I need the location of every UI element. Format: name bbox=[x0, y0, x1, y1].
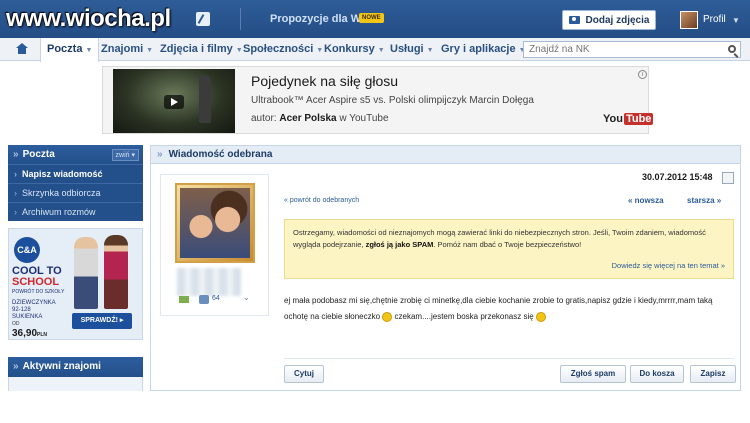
report-spam-button[interactable]: Zgłoś spam bbox=[560, 365, 626, 383]
chevron-down-icon: ▼ bbox=[426, 47, 434, 54]
message-panel: » Wiadomość odebrana 64 ⌄ 30.07.2012 15:4… bbox=[150, 145, 741, 391]
nav-item-uslugi[interactable]: Usługi ▼ bbox=[390, 38, 434, 61]
search-input[interactable] bbox=[523, 41, 741, 58]
video-title[interactable]: Pojedynek na siłę głosu bbox=[251, 73, 398, 89]
friends-icon bbox=[199, 295, 209, 304]
learn-more-link[interactable]: Dowiedz się więcej na ten temat » bbox=[612, 260, 725, 272]
ca-subtitle: POWRÓT DO SZKOŁY bbox=[12, 289, 65, 295]
smile-emoji-icon bbox=[382, 311, 393, 322]
nav-item-znajomi[interactable]: Znajomi ▼ bbox=[101, 38, 153, 61]
chevron-down-icon: ▼ bbox=[377, 47, 385, 54]
ca-check-button[interactable]: SPRAWDŹ! ▸ bbox=[72, 313, 132, 329]
divider bbox=[284, 358, 734, 359]
mail-icon[interactable] bbox=[179, 296, 189, 303]
video-subtitle: Ultrabook™ Acer Aspire s5 vs. Polski oli… bbox=[251, 95, 534, 106]
sidebar-item-archive[interactable]: › Archiwum rozmów bbox=[8, 202, 143, 221]
sidebar-item-write-message[interactable]: › Napisz wiadomość bbox=[8, 164, 143, 183]
nav-item-spolecznosci[interactable]: Społeczności ▼ bbox=[243, 38, 323, 61]
ca-title: COOL TO SCHOOL bbox=[12, 265, 62, 288]
nav-item-gry[interactable]: Gry i aplikacje▼ bbox=[441, 38, 526, 61]
add-photos-label: Dodaj zdjęcia bbox=[585, 14, 650, 26]
sidebar-friends-header[interactable]: » Aktywni znajomi bbox=[8, 357, 143, 377]
avatar[interactable] bbox=[680, 11, 698, 29]
search-icon[interactable] bbox=[728, 45, 736, 53]
nav-item-poczta[interactable]: Poczta ▼ bbox=[40, 38, 100, 62]
sender-card: 64 ⌄ bbox=[160, 174, 269, 316]
video-person bbox=[199, 75, 211, 123]
chevron-down-icon: ▼ bbox=[235, 47, 243, 54]
blush-emoji-icon bbox=[535, 311, 546, 322]
video-author: autor: Acer Polska w YouTube bbox=[251, 113, 389, 124]
ca-price: 36,90PLN bbox=[12, 328, 48, 339]
message-date: 30.07.2012 15:48 bbox=[642, 172, 713, 182]
report-spam-link[interactable]: zgłoś ją jako SPAM bbox=[366, 240, 434, 249]
new-badge: NOWE bbox=[359, 13, 384, 23]
home-icon[interactable] bbox=[16, 43, 28, 55]
spam-warning: Ostrzegamy, wiadomości od nieznajomych m… bbox=[284, 219, 734, 279]
info-icon[interactable]: i bbox=[638, 70, 647, 79]
ca-logo: C&A bbox=[14, 237, 40, 263]
sidebar-mail-links: › Napisz wiadomość › Skrzynka odbiorcza › A… bbox=[8, 164, 143, 221]
watermark: www.wiocha.pl bbox=[6, 5, 171, 32]
message-header: » Wiadomość odebrana bbox=[151, 146, 740, 164]
main-nav: Poczta ▼ Znajomi ▼ Zdjęcia i filmy ▼ Społec… bbox=[0, 38, 750, 62]
sidebar-item-inbox[interactable]: › Skrzynka odbiorcza bbox=[8, 183, 143, 202]
arrow-icon: » bbox=[13, 149, 19, 160]
newer-link[interactable]: « nowsza bbox=[628, 196, 664, 205]
camera-icon bbox=[568, 16, 580, 24]
play-icon[interactable] bbox=[164, 95, 184, 109]
sender-photo[interactable] bbox=[175, 183, 255, 263]
collapse-button[interactable]: zwiń ▾ bbox=[111, 149, 139, 161]
ca-kids-image bbox=[66, 231, 142, 315]
chevron-down-icon: ▼ bbox=[146, 47, 154, 54]
sender-count: 64 bbox=[212, 295, 220, 302]
save-button[interactable]: Zapisz bbox=[690, 365, 736, 383]
chevron-down-icon[interactable]: ▼ bbox=[732, 16, 740, 25]
chevron-down-icon[interactable]: ⌄ bbox=[243, 293, 250, 302]
quote-button[interactable]: Cytuj bbox=[284, 365, 324, 383]
friends-list bbox=[8, 377, 143, 391]
ca-description: DZIEWCZYNKA 92-128 SUKIENKA bbox=[12, 300, 56, 320]
ca-from-label: OD bbox=[12, 321, 20, 327]
top-bar: www.wiocha.pl Propozycje dla Was NOWE Do… bbox=[0, 0, 750, 38]
back-to-inbox-link[interactable]: « powrót do odebranych bbox=[284, 197, 359, 204]
edit-icon[interactable] bbox=[196, 12, 210, 26]
chevron-down-icon: ▼ bbox=[85, 47, 93, 54]
ca-advertisement[interactable]: C&A COOL TO SCHOOL POWRÓT DO SZKOŁY DZIEW… bbox=[8, 228, 143, 340]
older-link[interactable]: starsza » bbox=[687, 196, 721, 205]
proposals-link[interactable]: Propozycje dla Was bbox=[270, 13, 373, 25]
trash-button[interactable]: Do kosza bbox=[630, 365, 684, 383]
youtube-logo: You Tube bbox=[603, 113, 654, 125]
add-photos-button[interactable]: Dodaj zdjęcia bbox=[562, 10, 656, 30]
sidebar-mail-header: » Poczta zwiń ▾ bbox=[8, 145, 143, 165]
profile-menu[interactable]: Profil bbox=[703, 14, 726, 25]
video-ad[interactable]: Pojedynek na siłę głosu Ultrabook™ Acer … bbox=[102, 66, 654, 134]
arrow-icon: » bbox=[13, 361, 19, 372]
sender-name-blurred bbox=[177, 268, 241, 296]
nav-item-konkursy[interactable]: Konkursy ▼ bbox=[324, 38, 385, 61]
print-icon[interactable] bbox=[722, 172, 734, 184]
top-bar-divider bbox=[240, 8, 241, 30]
video-thumbnail[interactable] bbox=[113, 69, 235, 133]
chevron-down-icon: ▼ bbox=[316, 47, 324, 54]
nav-item-zdjecia[interactable]: Zdjęcia i filmy ▼ bbox=[160, 38, 243, 61]
message-body: ej mała podobasz mi się,chętnie zrobię c… bbox=[284, 296, 713, 322]
